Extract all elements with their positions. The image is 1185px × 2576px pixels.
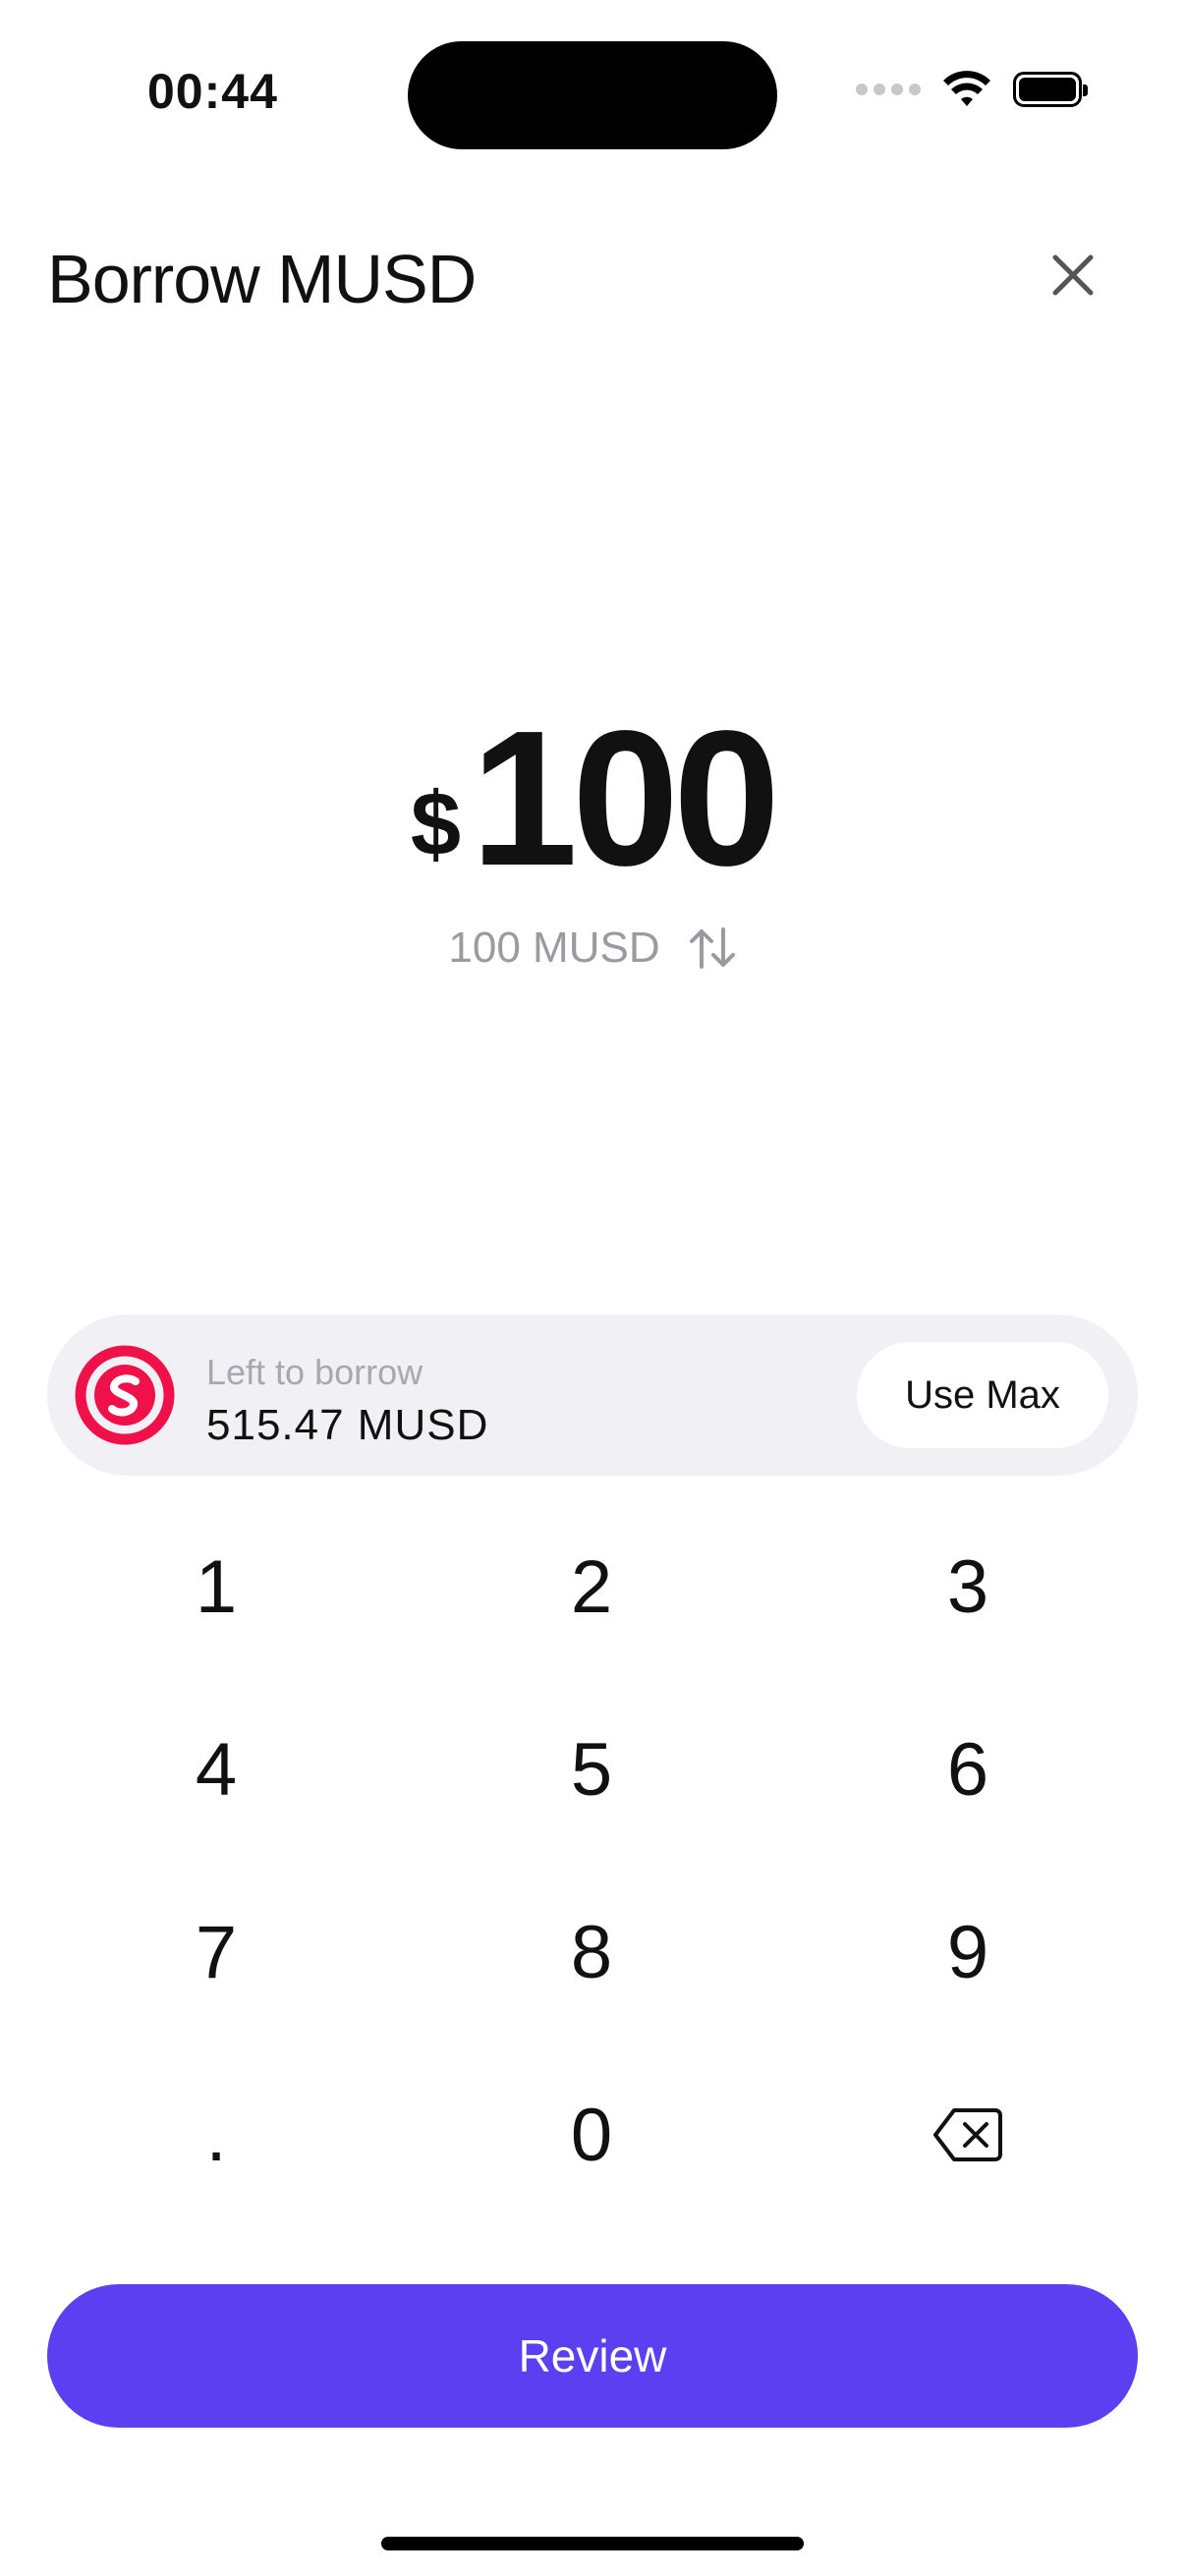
battery-icon xyxy=(1013,72,1088,107)
key-1[interactable]: 1 xyxy=(69,1513,364,1660)
key-6[interactable]: 6 xyxy=(820,1696,1115,1843)
left-to-borrow-value: 515.47 MUSD xyxy=(206,1401,489,1449)
key-4[interactable]: 4 xyxy=(69,1696,364,1843)
cellular-signal-icon xyxy=(856,84,921,95)
use-max-button[interactable]: Use Max xyxy=(857,1342,1108,1448)
dynamic-island xyxy=(408,41,777,149)
status-icons xyxy=(856,71,1088,108)
key-0[interactable]: 0 xyxy=(444,2061,739,2209)
page-title: Borrow MUSD xyxy=(47,241,477,317)
musd-logo-icon xyxy=(75,1345,175,1445)
key-2[interactable]: 2 xyxy=(444,1513,739,1660)
swap-vertical-icon xyxy=(689,927,735,969)
close-button[interactable] xyxy=(1042,244,1104,307)
swap-currency-button[interactable] xyxy=(688,925,737,971)
backspace-key[interactable] xyxy=(820,2061,1115,2209)
key-decimal[interactable]: . xyxy=(69,2061,364,2209)
key-7[interactable]: 7 xyxy=(69,1878,364,2026)
backspace-icon xyxy=(933,2108,1002,2161)
key-8[interactable]: 8 xyxy=(444,1878,739,2026)
converted-amount: 100 MUSD xyxy=(448,924,660,972)
review-button[interactable]: Review xyxy=(47,2284,1138,2428)
key-9[interactable]: 9 xyxy=(820,1878,1115,2026)
wifi-icon xyxy=(943,71,990,106)
amount-value: 100 xyxy=(471,691,780,906)
status-time: 00:44 xyxy=(147,64,278,119)
key-3[interactable]: 3 xyxy=(820,1513,1115,1660)
left-to-borrow-card: Left to borrow 515.47 MUSD Use Max xyxy=(47,1315,1138,1476)
close-icon xyxy=(1052,254,1094,296)
left-to-borrow-label: Left to borrow xyxy=(206,1352,423,1392)
amount-conversion: 100 MUSD xyxy=(0,924,1185,973)
key-5[interactable]: 5 xyxy=(444,1696,739,1843)
amount-display: $100 xyxy=(0,688,1185,909)
home-indicator xyxy=(381,2537,804,2550)
amount-currency-symbol: $ xyxy=(410,774,462,874)
